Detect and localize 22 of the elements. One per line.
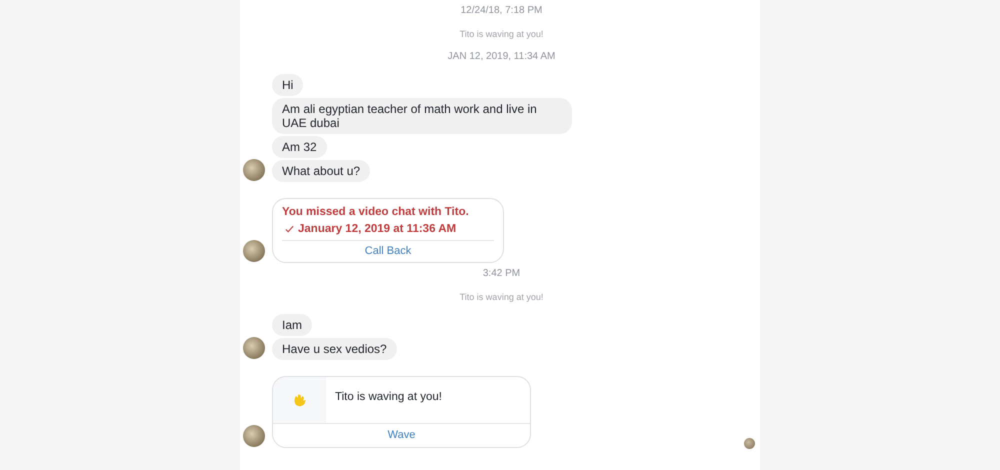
timestamp: 12/24/18, 7:18 PM <box>460 4 542 18</box>
missed-call-time: January 12, 2019 at 11:36 AM <box>298 222 456 236</box>
message-bubble: Iam <box>272 314 312 336</box>
message-bubble: Hi <box>272 74 304 96</box>
waving-hand-icon <box>292 392 308 408</box>
wave-notice: Tito is waving at you! <box>460 291 544 304</box>
message-bubble: Am 32 <box>272 136 327 158</box>
checkmark-icon <box>285 225 294 233</box>
avatar-icon <box>243 425 265 447</box>
missed-call-title: You missed a video chat with Tito. <box>282 205 470 219</box>
wave-notice: Tito is waving at you! <box>460 28 544 41</box>
avatar-icon <box>243 159 265 181</box>
wave-button[interactable]: Wave <box>273 423 530 447</box>
message-bubble: Have u sex vedios? <box>272 338 397 360</box>
avatar-icon <box>243 337 265 359</box>
message-bubble: What about u? <box>272 160 370 182</box>
message-bubble: Am ali egyptian teacher of math work and live in UAE dubai <box>272 98 572 134</box>
avatar-icon <box>243 240 265 262</box>
timestamp: JAN 12, 2019, 11:34 AM <box>448 50 556 64</box>
call-back-button[interactable]: Call Back <box>282 240 494 262</box>
timestamp: 3:42 PM <box>482 267 520 281</box>
wave-message: Tito is waving at you! <box>334 390 442 405</box>
